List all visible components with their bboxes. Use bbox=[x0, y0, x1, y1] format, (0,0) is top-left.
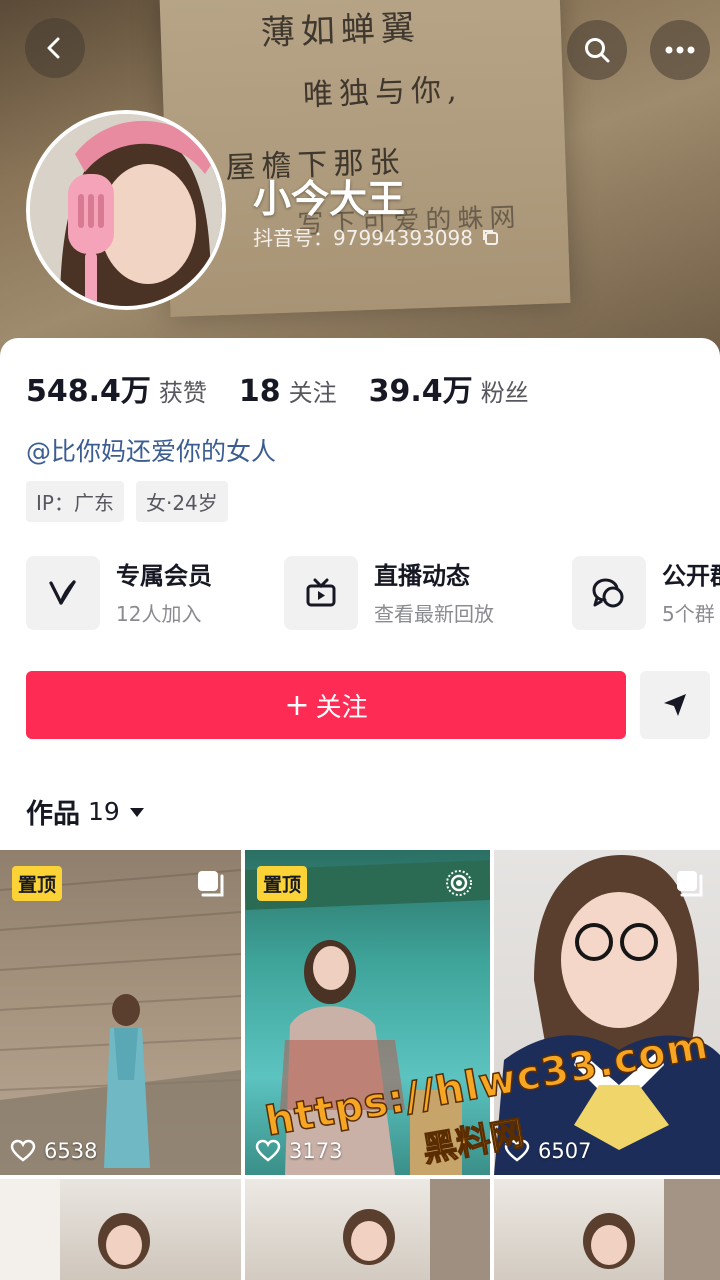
service-vip-title: 专属会员 bbox=[116, 561, 212, 590]
service-live-subtitle: 查看最新回放 bbox=[374, 601, 494, 626]
service-vip[interactable]: 专属会员 12人加入 bbox=[26, 556, 212, 630]
follow-button[interactable]: + 关注 bbox=[26, 671, 626, 739]
dropdown-caret-icon bbox=[129, 807, 144, 817]
banner-line-1: 薄如蝉翼 bbox=[260, 7, 422, 54]
avatar[interactable] bbox=[26, 110, 226, 310]
live-photo-icon bbox=[446, 870, 472, 896]
service-live[interactable]: 直播动态 查看最新回放 bbox=[284, 556, 494, 630]
banner-paper: 薄如蝉翼 唯独与你, 屋檐下那张 写下可爱的蛛网 bbox=[159, 0, 571, 317]
followers-count[interactable]: 39.4万 bbox=[369, 366, 473, 410]
search-button[interactable] bbox=[567, 20, 627, 80]
nickname: 小今大王 bbox=[253, 177, 406, 221]
signature-link[interactable]: @比你妈还爱你的女人 bbox=[26, 432, 276, 468]
avatar-image bbox=[30, 114, 222, 306]
service-live-title: 直播动态 bbox=[374, 561, 470, 590]
tv-play-icon bbox=[306, 578, 336, 607]
send-arrow-icon bbox=[664, 694, 686, 716]
stats-row: 548.4万 获赞 18 关注 39.4万 粉丝 bbox=[26, 366, 561, 410]
like-count: 6538 bbox=[10, 1139, 97, 1163]
service-group[interactable]: 公开群 5个群 bbox=[572, 556, 720, 630]
pinned-badge: 置顶 bbox=[257, 866, 308, 901]
more-dots-icon bbox=[665, 46, 695, 54]
vip-v-icon bbox=[49, 580, 76, 605]
share-button[interactable] bbox=[640, 671, 710, 739]
works-tab[interactable]: 作品 19 bbox=[26, 792, 146, 831]
gender-age-tag: 女·24岁 bbox=[135, 481, 228, 522]
likes-count: 548.4万 bbox=[26, 374, 151, 409]
follow-button-label: 关注 bbox=[315, 692, 368, 723]
video-thumbnail-image bbox=[0, 1179, 150, 1280]
profile-tags: IP：广东 女·24岁 bbox=[26, 481, 228, 522]
search-icon bbox=[585, 38, 610, 63]
works-tab-label: 作品 bbox=[26, 799, 80, 830]
following-label[interactable]: 关注 bbox=[289, 373, 337, 408]
video-thumbnail-image bbox=[583, 1179, 720, 1280]
video-thumbnail[interactable]: 置顶 6538 bbox=[0, 850, 241, 1175]
multi-image-icon bbox=[198, 871, 224, 897]
chat-bubbles-icon bbox=[592, 578, 624, 608]
video-thumbnail[interactable] bbox=[0, 1179, 241, 1280]
douyin-id[interactable]: 抖音号：97994393098 bbox=[253, 222, 499, 251]
likes-label: 获赞 bbox=[158, 379, 207, 407]
service-group-subtitle: 5个群 bbox=[662, 601, 715, 626]
service-row: 专属会员 12人加入 直播动态 查看最新回放 公开群 5个群 bbox=[26, 556, 720, 636]
multi-image-icon bbox=[677, 871, 703, 897]
heart-icon bbox=[10, 1139, 36, 1162]
ip-location-tag: IP：广东 bbox=[26, 481, 124, 522]
following-count[interactable]: 18 bbox=[239, 374, 281, 409]
more-button[interactable] bbox=[650, 20, 710, 80]
back-button[interactable] bbox=[25, 18, 85, 78]
service-group-title: 公开群 bbox=[662, 561, 720, 590]
service-vip-subtitle: 12人加入 bbox=[116, 601, 202, 626]
followers-label[interactable]: 粉丝 bbox=[481, 373, 529, 408]
douyin-id-text: 抖音号：97994393098 bbox=[253, 226, 473, 250]
copy-icon[interactable] bbox=[481, 228, 499, 246]
banner-line-2: 唯独与你, bbox=[302, 72, 464, 114]
works-count: 19 bbox=[88, 797, 120, 826]
pinned-badge: 置顶 bbox=[12, 866, 63, 901]
video-thumbnail[interactable] bbox=[494, 1179, 720, 1280]
like-count-value: 6538 bbox=[44, 1139, 98, 1163]
plus-icon: + bbox=[284, 687, 310, 723]
back-arrow-icon bbox=[47, 37, 60, 59]
